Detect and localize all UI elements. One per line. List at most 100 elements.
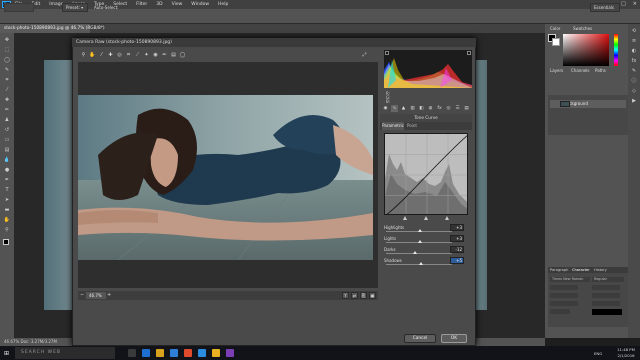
slider-value[interactable]: +3 bbox=[450, 224, 464, 231]
healing-tool-icon[interactable]: ✚ bbox=[3, 97, 11, 103]
file-explorer-icon[interactable] bbox=[156, 349, 164, 357]
hand-icon[interactable]: ✋ bbox=[89, 51, 96, 59]
tab-character[interactable]: Character bbox=[572, 267, 590, 273]
edge-icon[interactable] bbox=[142, 349, 150, 357]
option-dropdown[interactable]: Preset: ▾ bbox=[62, 3, 88, 12]
document-tab[interactable]: stock-photo-150890893.jpg @ 46.7% (RGB/8… bbox=[0, 24, 105, 33]
split-toning-icon[interactable]: ◧ bbox=[418, 105, 425, 112]
photo-preview[interactable] bbox=[78, 95, 373, 260]
history-icon[interactable]: ⟲ bbox=[630, 28, 638, 34]
shape-tool-icon[interactable]: ▬ bbox=[3, 207, 11, 213]
blur-tool-icon[interactable]: 💧 bbox=[3, 157, 11, 163]
straighten-icon[interactable]: ⟋ bbox=[134, 51, 141, 59]
type-tool-icon[interactable]: T bbox=[3, 187, 11, 193]
taskbar-search[interactable]: SEARCH WEB bbox=[15, 347, 115, 359]
shadow-clipping-icon[interactable] bbox=[385, 51, 389, 55]
basic-panel-icon[interactable]: ◉ bbox=[382, 105, 389, 112]
red-eye-icon[interactable]: ◉ bbox=[152, 51, 159, 59]
detail-panel-icon[interactable]: ▲ bbox=[400, 105, 407, 112]
slider-track[interactable] bbox=[386, 253, 452, 254]
app-icon[interactable] bbox=[184, 349, 192, 357]
tab-swatches[interactable]: Swatches bbox=[573, 26, 592, 31]
fullscreen-icon[interactable]: ⤢ bbox=[361, 51, 368, 59]
swap-icon[interactable]: ⇄ bbox=[351, 292, 358, 299]
brush-tool-icon[interactable]: ✏ bbox=[3, 107, 11, 113]
eyedropper-tool-icon[interactable]: ⁄ bbox=[3, 87, 11, 93]
eraser-tool-icon[interactable]: ▭ bbox=[3, 137, 11, 143]
menu-view[interactable]: View bbox=[172, 2, 183, 7]
graduated-filter-icon[interactable]: ▤ bbox=[170, 51, 177, 59]
effects-icon[interactable]: fx bbox=[436, 105, 443, 112]
color-field[interactable] bbox=[563, 34, 609, 66]
highlight-clipping-icon[interactable] bbox=[467, 51, 471, 55]
camera-calibration-icon[interactable]: ◎ bbox=[445, 105, 452, 112]
tone-curve-graph[interactable] bbox=[384, 133, 468, 215]
background-swatch[interactable] bbox=[552, 38, 560, 46]
actions-icon[interactable]: ▶ bbox=[630, 98, 638, 104]
zoom-in-button[interactable]: + bbox=[107, 292, 112, 299]
info-icon[interactable]: ⓘ bbox=[630, 78, 638, 84]
history-brush-icon[interactable]: ↺ bbox=[3, 127, 11, 133]
system-clock[interactable]: 11:48 PM 2/1/2016 bbox=[614, 347, 638, 359]
crop-tool-icon[interactable]: ⌗ bbox=[3, 77, 11, 83]
tab-layers[interactable]: Layers bbox=[550, 68, 563, 73]
dodge-tool-icon[interactable]: ● bbox=[3, 167, 11, 173]
windows-start-icon[interactable]: ⊞ bbox=[4, 350, 11, 357]
tool-preset-picker[interactable] bbox=[4, 3, 34, 12]
maximize-icon[interactable]: □ bbox=[621, 1, 626, 7]
slider-value[interactable]: -12 bbox=[450, 246, 464, 253]
lens-corrections-icon[interactable]: ◍ bbox=[427, 105, 434, 112]
language-indicator[interactable]: ENG bbox=[594, 351, 608, 357]
hue-slider[interactable] bbox=[614, 34, 618, 66]
task-view-icon[interactable] bbox=[128, 349, 136, 357]
navigator-icon[interactable]: ◇ bbox=[630, 88, 638, 94]
styles-icon[interactable]: fx bbox=[630, 58, 638, 64]
tab-paragraph[interactable]: Paragraph bbox=[550, 267, 568, 273]
before-after-icon[interactable]: Y bbox=[342, 292, 349, 299]
auto-select-checkbox[interactable]: Auto-Select: bbox=[94, 3, 124, 12]
white-balance-icon[interactable]: ⁄ bbox=[98, 51, 105, 59]
leading-field[interactable] bbox=[592, 285, 620, 290]
ok-button[interactable]: OK bbox=[441, 334, 467, 343]
app-icon-2[interactable] bbox=[226, 349, 234, 357]
menu-filter[interactable]: Filter bbox=[136, 2, 147, 7]
slider-thumb[interactable] bbox=[418, 240, 423, 243]
adjustments-icon[interactable]: ◐ bbox=[630, 48, 638, 54]
properties-icon[interactable]: ≡ bbox=[630, 38, 638, 44]
copy-settings-icon[interactable]: ⎘ bbox=[360, 292, 367, 299]
kerning-field[interactable] bbox=[550, 293, 578, 298]
radial-filter-icon[interactable]: ◯ bbox=[179, 51, 186, 59]
lasso-tool-icon[interactable]: ◯ bbox=[3, 57, 11, 63]
hand-tool-icon[interactable]: ✋ bbox=[3, 217, 11, 223]
spot-removal-icon[interactable]: ✦ bbox=[143, 51, 150, 59]
tone-curve-panel-icon[interactable]: ∿ bbox=[391, 105, 398, 112]
slider-thumb[interactable] bbox=[418, 229, 423, 232]
foreground-color-icon[interactable] bbox=[3, 239, 9, 245]
zoom-out-button[interactable]: − bbox=[80, 292, 85, 299]
quick-select-tool-icon[interactable]: ✎ bbox=[3, 67, 11, 73]
font-family-field[interactable]: Times New Roman bbox=[550, 277, 590, 282]
move-tool-icon[interactable]: ✥ bbox=[3, 37, 11, 43]
font-size-field[interactable] bbox=[550, 285, 578, 290]
tab-parametric[interactable]: Parametric bbox=[382, 122, 404, 130]
zoom-tool-icon[interactable]: ⚲ bbox=[3, 227, 11, 233]
menu-help[interactable]: Help bbox=[218, 2, 228, 7]
tab-channels[interactable]: Channels bbox=[571, 68, 590, 73]
crop-icon[interactable]: ⌗ bbox=[125, 51, 132, 59]
region-handle-2[interactable] bbox=[424, 216, 428, 220]
pen-tool-icon[interactable]: ✒ bbox=[3, 177, 11, 183]
tracking-field[interactable] bbox=[592, 293, 620, 298]
font-style-field[interactable]: Regular bbox=[592, 277, 624, 282]
zoom-level-field[interactable]: 46.7% bbox=[86, 292, 106, 299]
adjustment-brush-icon[interactable]: ✏ bbox=[161, 51, 168, 59]
slider-value[interactable]: +5 bbox=[450, 257, 464, 264]
store-icon[interactable] bbox=[170, 349, 178, 357]
gradient-tool-icon[interactable]: ▤ bbox=[3, 147, 11, 153]
tab-color[interactable]: Color bbox=[550, 26, 560, 31]
menu-window[interactable]: Window bbox=[191, 2, 209, 7]
close-icon[interactable]: × bbox=[633, 1, 637, 7]
stamp-tool-icon[interactable]: ♟ bbox=[3, 117, 11, 123]
path-select-tool-icon[interactable]: ➤ bbox=[3, 197, 11, 203]
horizontal-scale-field[interactable] bbox=[592, 301, 620, 306]
presets-icon[interactable]: ☰ bbox=[454, 105, 461, 112]
